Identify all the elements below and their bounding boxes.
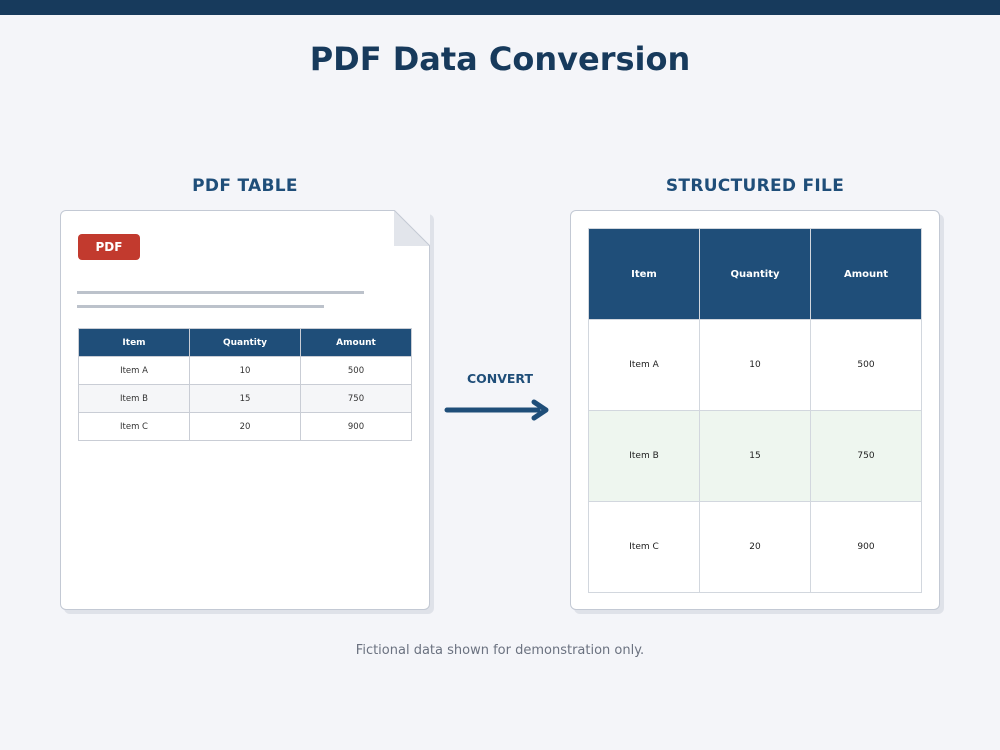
pdf-badge: PDF <box>78 234 140 260</box>
column-header: Amount <box>300 328 412 357</box>
table-row: Item C 20 900 <box>78 412 412 441</box>
structured-data-table: Item Quantity Amount Item A 10 500 Item … <box>588 228 922 593</box>
top-bar <box>0 0 1000 15</box>
table-cell: 750 <box>810 410 922 502</box>
table-cell: 900 <box>810 501 922 593</box>
table-row: Item A 10 500 <box>588 319 922 411</box>
column-header: Amount <box>810 228 922 320</box>
table-cell: 750 <box>300 384 412 413</box>
column-header: Quantity <box>189 328 301 357</box>
text-placeholder-line <box>77 291 364 294</box>
convert-label: CONVERT <box>466 371 534 386</box>
pdf-data-table: Item Quantity Amount Item A 10 500 Item … <box>78 328 412 441</box>
table-cell: Item B <box>78 384 190 413</box>
table-cell: 500 <box>810 319 922 411</box>
table-row: Item B 15 750 <box>588 410 922 502</box>
table-cell: 500 <box>300 356 412 385</box>
column-header: Item <box>78 328 190 357</box>
page-fold-icon <box>394 210 430 246</box>
table-row: Item A 10 500 <box>78 356 412 385</box>
page-title: PDF Data Conversion <box>309 40 691 78</box>
table-cell: Item C <box>78 412 190 441</box>
table-cell: Item A <box>588 319 700 411</box>
table-cell: Item C <box>588 501 700 593</box>
table-row: Item C 20 900 <box>588 501 922 593</box>
right-arrow-icon <box>444 399 549 421</box>
table-cell: 900 <box>300 412 412 441</box>
table-header-row: Item Quantity Amount <box>588 228 922 320</box>
table-cell: 20 <box>189 412 301 441</box>
pdf-table-label: PDF TABLE <box>192 176 298 196</box>
table-cell: 15 <box>699 410 811 502</box>
table-cell: 10 <box>699 319 811 411</box>
table-row: Item B 15 750 <box>78 384 412 413</box>
table-cell: 10 <box>189 356 301 385</box>
text-placeholder-line <box>77 305 324 308</box>
column-header: Item <box>588 228 700 320</box>
column-header: Quantity <box>699 228 811 320</box>
table-cell: Item A <box>78 356 190 385</box>
table-cell: 15 <box>189 384 301 413</box>
footnote: Fictional data shown for demonstration o… <box>355 643 645 658</box>
structured-file-card: Item Quantity Amount Item A 10 500 Item … <box>570 210 940 610</box>
table-header-row: Item Quantity Amount <box>78 328 412 357</box>
pdf-document: PDF Item Quantity Amount Item A 10 500 I… <box>60 210 430 610</box>
table-cell: Item B <box>588 410 700 502</box>
structured-file-label: STRUCTURED FILE <box>665 176 845 196</box>
table-cell: 20 <box>699 501 811 593</box>
